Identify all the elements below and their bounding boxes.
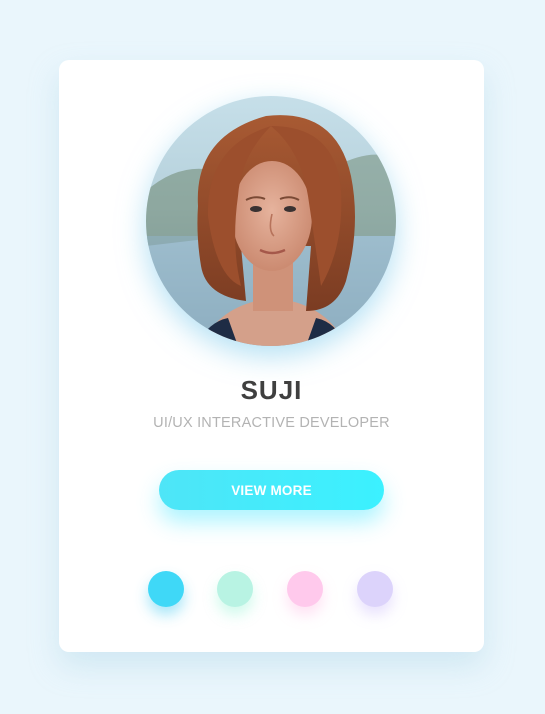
profile-name: SUJI xyxy=(240,375,303,405)
avatar-image xyxy=(146,96,396,346)
swatch-cyan[interactable] xyxy=(148,571,184,607)
swatch-lavender[interactable] xyxy=(357,571,393,607)
swatch-mint[interactable] xyxy=(217,571,253,607)
avatar xyxy=(146,96,396,346)
profile-role: UI/UX INTERACTIVE DEVELOPER xyxy=(153,415,390,431)
swatch-pink[interactable] xyxy=(287,571,323,607)
profile-card: SUJI UI/UX INTERACTIVE DEVELOPER VIEW MO… xyxy=(59,60,484,652)
color-swatch-list xyxy=(59,571,484,611)
view-more-button[interactable]: VIEW MORE xyxy=(159,470,384,510)
